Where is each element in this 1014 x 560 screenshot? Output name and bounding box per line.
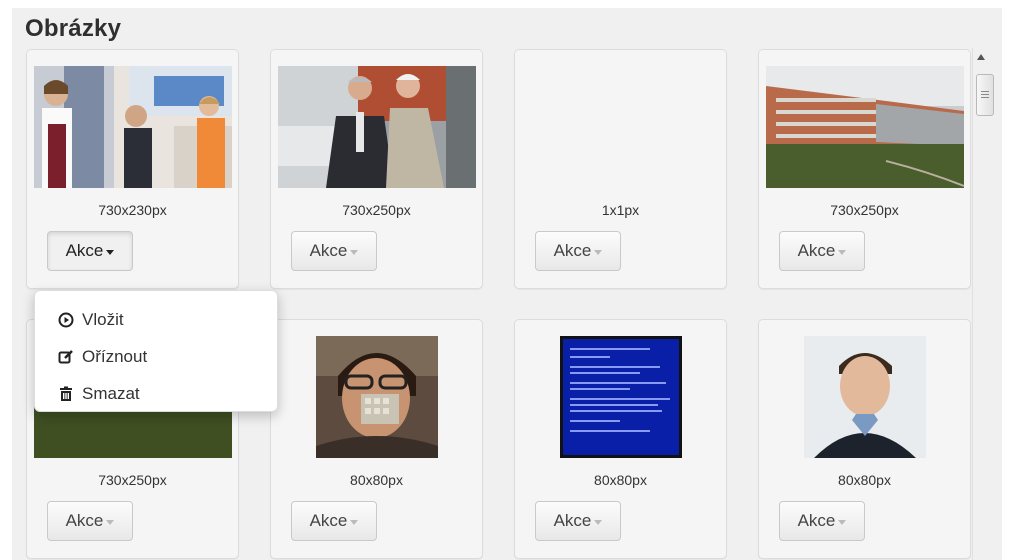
actions-button[interactable]: Akce [291,501,377,541]
chevron-down-icon [350,249,359,255]
menu-item-label: Oříznout [82,346,148,366]
menu-item-crop[interactable]: Oříznout [35,338,277,375]
actions-button[interactable]: Akce [535,231,621,271]
image-size-label: 80x80px [350,472,403,488]
actions-button-label: Akce [65,241,104,260]
actions-button-label: Akce [309,511,348,530]
bluescreen-photo[interactable] [560,336,682,458]
actions-button-label: Akce [553,241,592,260]
image-card: 80x80px Akce [758,319,971,559]
man-portrait-photo[interactable] [316,336,438,458]
menu-item-label: Vložit [82,309,124,329]
menu-item-insert[interactable]: Vložit [35,301,277,338]
vertical-scrollbar[interactable] [972,48,994,560]
actions-dropdown-menu: Vložit Oříznout Smazat [34,290,278,412]
chevron-down-icon [594,519,603,525]
building-photo[interactable] [766,66,964,188]
actions-button-label: Akce [553,511,592,530]
young-man-portrait-photo[interactable] [804,336,926,458]
actions-button[interactable]: Akce [779,501,865,541]
scroll-up-arrow-icon[interactable] [977,54,985,60]
actions-button-label: Akce [797,241,836,260]
chevron-down-icon [838,249,847,255]
chevron-down-icon [594,249,603,255]
image-card: 1x1px Akce [514,49,727,289]
menu-item-delete[interactable]: Smazat [35,375,277,412]
image-card: 730x250px Akce [270,49,483,289]
store-clerk-photo[interactable] [34,66,232,188]
edit-icon [57,348,75,366]
image-size-label: 730x250px [830,202,899,218]
actions-button[interactable]: Akce [291,231,377,271]
two-men-photo[interactable] [278,66,476,188]
actions-button[interactable]: Akce [535,501,621,541]
image-card: 730x250px Akce [758,49,971,289]
play-circle-icon [57,311,75,329]
grip-line [981,94,989,95]
chevron-down-icon [106,519,115,525]
grip-line [981,91,989,92]
actions-button[interactable]: Akce [779,231,865,271]
image-size-label: 1x1px [601,202,640,218]
chevron-down-icon [838,519,847,525]
trash-icon [57,385,75,403]
actions-button-label: Akce [797,511,836,530]
images-panel: Obrázky 730x230px Akce 730x250px Akce 1x… [12,8,1002,560]
image-size-label: 730x250px [342,202,411,218]
chevron-down-icon [106,249,115,255]
empty-image[interactable] [620,140,621,141]
scrollbar-thumb[interactable] [976,74,994,116]
chevron-down-icon [350,519,359,525]
grip-line [981,97,989,98]
image-size-label: 730x250px [98,472,167,488]
image-card: 730x230px Akce [26,49,239,289]
actions-button-label: Akce [65,511,104,530]
menu-item-label: Smazat [82,383,140,403]
image-grid: 730x230px Akce 730x250px Akce 1x1px Akce… [12,8,972,560]
image-card: 80x80px Akce [270,319,483,559]
image-card: 80x80px Akce [514,319,727,559]
actions-button[interactable]: Akce [47,501,133,541]
image-size-label: 80x80px [838,472,891,488]
actions-button-label: Akce [309,241,348,260]
image-size-label: 730x230px [98,202,167,218]
actions-button[interactable]: Akce [47,231,133,271]
image-size-label: 80x80px [594,472,647,488]
